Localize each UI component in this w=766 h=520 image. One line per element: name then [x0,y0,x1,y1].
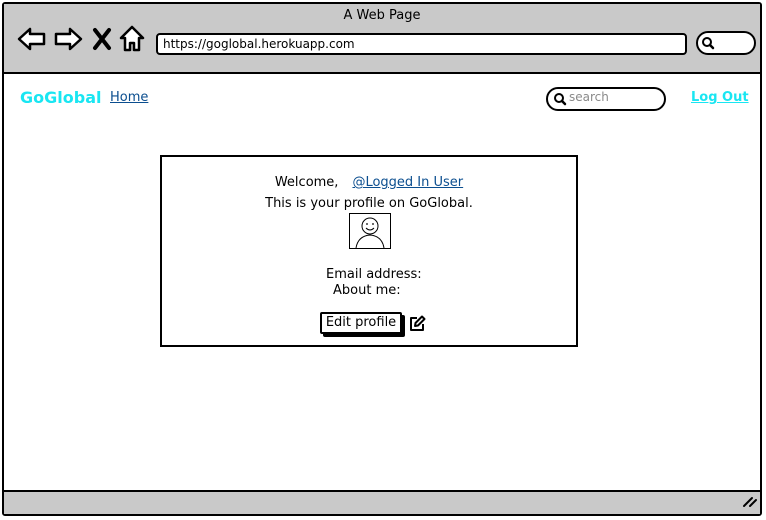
url-input[interactable]: https://goglobal.herokuapp.com [156,33,687,55]
about-label: About me: [333,283,401,298]
browser-chrome: A Web Page https://goglobal.herokuapp.co… [4,4,760,74]
user-avatar-icon [349,213,391,249]
arrow-right-icon[interactable] [52,24,84,54]
arrow-left-icon[interactable] [16,24,48,54]
home-icon[interactable] [118,24,146,54]
profile-description: This is your profile on GoGlobal. [265,196,473,211]
nav-home-link[interactable]: Home [110,90,148,105]
welcome-text: Welcome, [274,175,339,190]
search-icon [702,37,715,50]
profile-card: Welcome, @Logged In User This is your pro… [160,155,578,347]
browser-search-field[interactable] [696,31,756,55]
welcome-row: Welcome, @Logged In User [162,175,576,190]
edit-profile-button[interactable]: Edit profile [320,312,402,334]
close-icon[interactable] [92,24,112,54]
window-title: A Web Page [343,8,421,23]
search-placeholder: search [569,90,609,104]
status-bar [4,490,760,514]
browser-window: A Web Page https://goglobal.herokuapp.co… [2,2,762,516]
site-search-input[interactable]: search [546,87,666,111]
resize-grip-icon[interactable] [742,493,758,512]
logout-link[interactable]: Log Out [691,90,749,105]
search-icon [554,93,567,106]
email-label: Email address: [326,267,422,282]
username-link[interactable]: @Logged In User [352,175,463,190]
pencil-edit-icon[interactable] [408,315,426,337]
site-logo[interactable]: GoGlobal [20,88,101,107]
